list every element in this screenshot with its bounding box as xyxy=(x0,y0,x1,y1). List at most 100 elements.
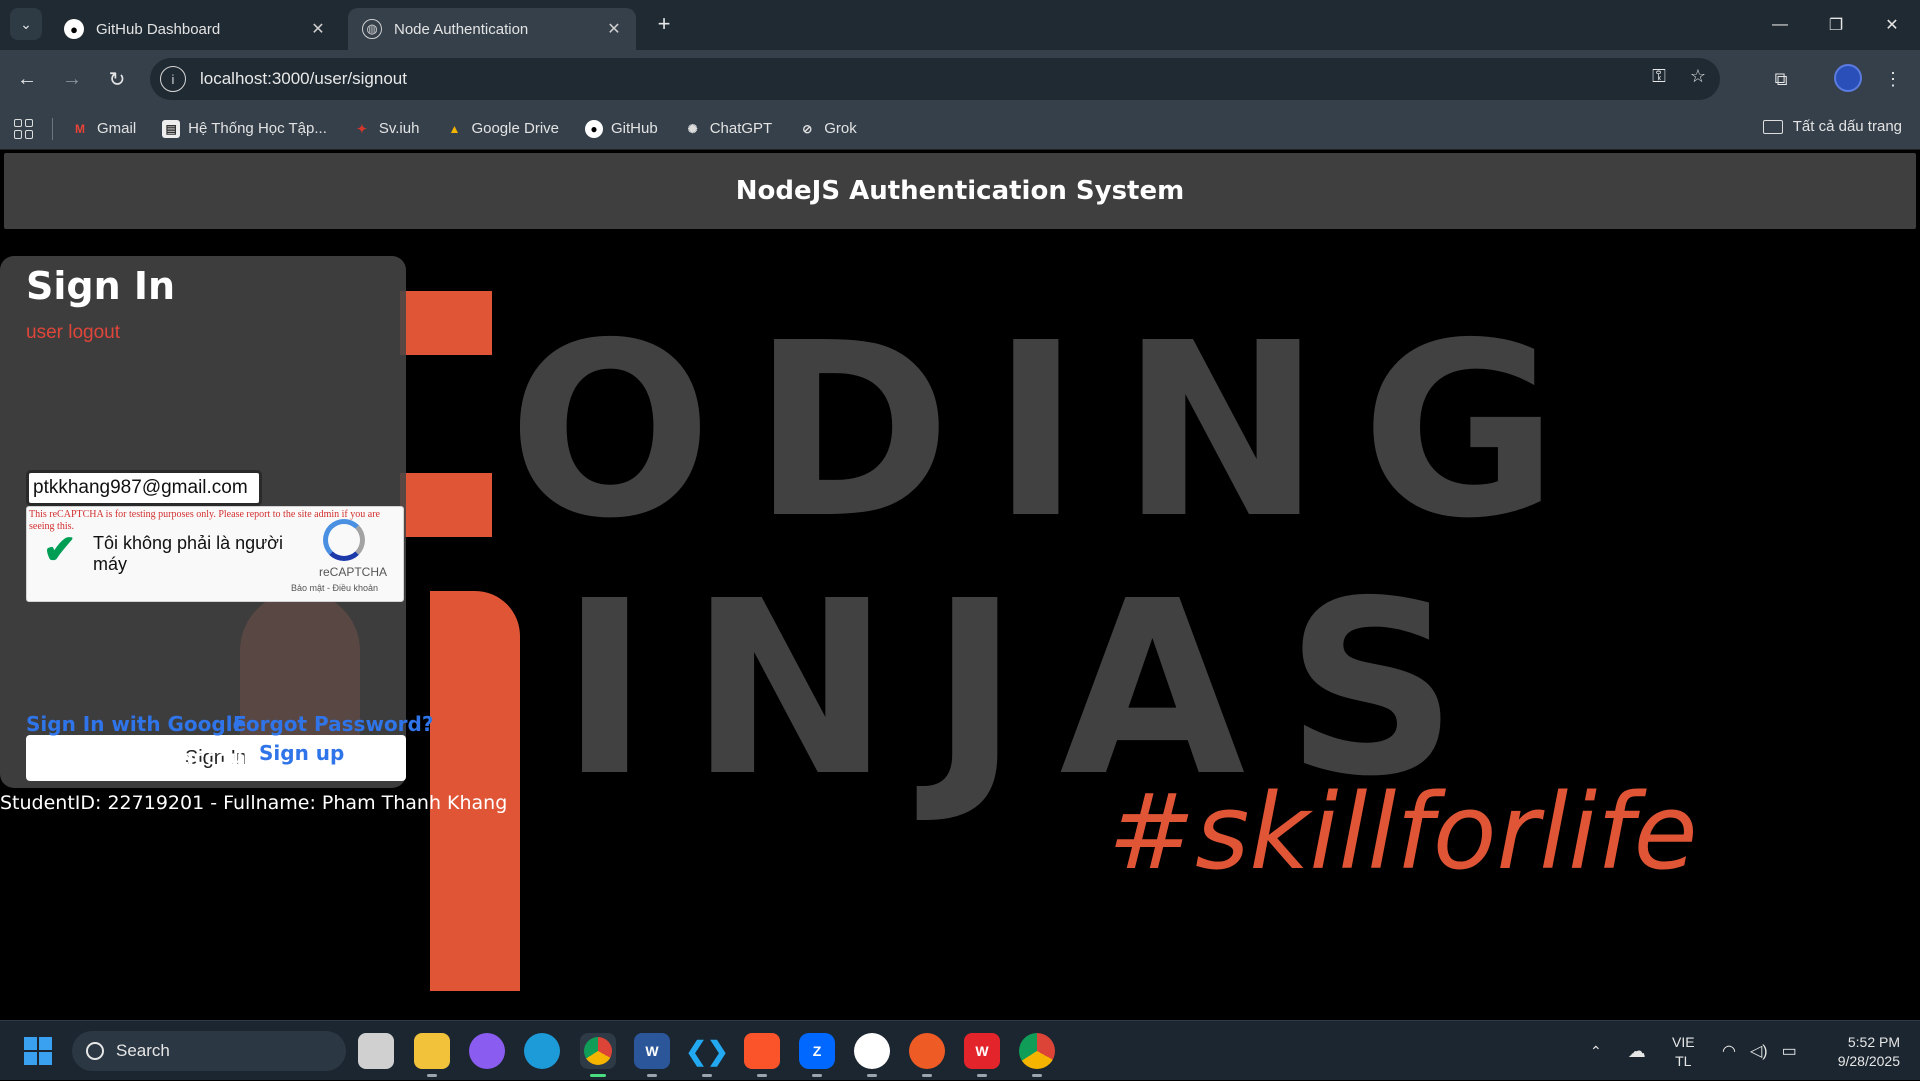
tab-search-button[interactable]: ⌄ xyxy=(10,8,42,40)
star-icon[interactable]: ☆ xyxy=(1690,66,1706,87)
language-code: VIE xyxy=(1672,1034,1695,1050)
task-view-icon[interactable] xyxy=(358,1033,394,1069)
recaptcha-brand: reCAPTCHA xyxy=(319,565,388,579)
arrow-right-icon: → xyxy=(62,67,82,90)
logo-orange-bar-mid xyxy=(400,473,492,537)
puzzle-icon: ⧉ xyxy=(1774,68,1788,89)
edge-icon[interactable] xyxy=(524,1033,560,1069)
bookmarks-separator xyxy=(52,117,53,140)
page-content: NodeJS Authentication System ODING INJAS… xyxy=(0,151,1920,1019)
wifi-icon: ◠ xyxy=(1722,1043,1736,1060)
url-text[interactable]: localhost:3000/user/signout xyxy=(200,69,407,89)
quick-settings[interactable]: ◠ ◁) ▭ xyxy=(1722,1021,1797,1081)
new-tab-button[interactable]: + xyxy=(650,10,678,38)
minimize-button[interactable]: — xyxy=(1752,0,1808,50)
no-account-text: Don't have an account? xyxy=(26,747,277,769)
reload-icon: ↻ xyxy=(108,68,126,91)
site-info-icon[interactable]: i xyxy=(160,66,186,92)
browser-toolbar: ← → ↻ i localhost:3000/user/signout ⚿ ☆ … xyxy=(0,50,1920,108)
tab-github-dashboard[interactable]: ● GitHub Dashboard ✕ xyxy=(50,8,340,50)
copilot-icon[interactable] xyxy=(469,1033,505,1069)
logo-tagline: #skillforlife xyxy=(1108,771,1698,893)
more-vert-icon: ⋮ xyxy=(1884,68,1902,89)
zalo-icon[interactable]: Z xyxy=(799,1033,835,1077)
signup-link[interactable]: Sign up xyxy=(259,741,344,765)
close-window-button[interactable]: ✕ xyxy=(1864,0,1920,50)
tab-title: Node Authentication xyxy=(394,20,529,38)
volume-icon: ◁) xyxy=(1749,1043,1768,1060)
folder-icon xyxy=(1762,119,1783,134)
file-explorer-icon[interactable] xyxy=(414,1033,450,1077)
gmail-icon: M xyxy=(75,121,85,136)
signin-google-link[interactable]: Sign In with Google xyxy=(26,712,246,736)
chevron-up-icon[interactable]: ⌃ xyxy=(1590,1043,1602,1060)
bookmark-label: Sv.iuh xyxy=(378,120,420,137)
recaptcha-terms[interactable]: Bảo mật - Điều khoản xyxy=(291,583,378,593)
checkmark-icon[interactable]: ✔ xyxy=(43,527,77,573)
forward-button[interactable]: → xyxy=(57,64,87,94)
chevron-down-icon: ⌄ xyxy=(20,15,32,32)
sviuh-icon: ✦ xyxy=(356,121,367,136)
wps-office-icon[interactable]: W xyxy=(964,1033,1000,1077)
github-icon: ● xyxy=(585,119,603,138)
bookmark-label: ChatGPT xyxy=(709,120,773,137)
close-icon[interactable]: ✕ xyxy=(604,19,624,39)
email-field[interactable] xyxy=(26,470,262,506)
all-bookmarks-button[interactable]: Tất cả dấu trang xyxy=(1762,118,1902,135)
plus-icon: + xyxy=(657,11,671,36)
bookmark-gmail[interactable]: M Gmail xyxy=(71,120,136,138)
profile-avatar[interactable] xyxy=(1834,64,1862,92)
chrome-taskbar-button[interactable] xyxy=(580,1033,616,1077)
github-icon: ● xyxy=(64,19,84,39)
grok-icon: ⊘ xyxy=(802,121,813,136)
clock-time: 5:52 PM xyxy=(1847,1034,1900,1050)
vscode-icon[interactable]: ❮❯ xyxy=(685,1033,729,1077)
bookmarks-bar: M Gmail ▤ Hệ Thống Học Tập... ✦ Sv.iuh ▲… xyxy=(0,108,1920,150)
lms-icon: ▤ xyxy=(162,119,181,138)
extensions-button[interactable]: ⧉ xyxy=(1766,64,1796,94)
onedrive-icon[interactable]: ☁ xyxy=(1628,1041,1646,1062)
windows-start-icon[interactable] xyxy=(24,1037,52,1065)
chrome-profile-icon[interactable] xyxy=(1019,1033,1055,1077)
bookmark-github[interactable]: ● GitHub xyxy=(585,119,658,138)
word-icon[interactable]: W xyxy=(634,1033,670,1077)
taskbar-search[interactable]: Search xyxy=(72,1031,346,1071)
bookmark-chatgpt[interactable]: ✺ ChatGPT xyxy=(684,120,773,138)
recaptcha-label: Tôi không phải là người máy xyxy=(93,533,283,574)
globe-icon: ◍ xyxy=(362,19,382,39)
language-indicator[interactable]: VIE TL xyxy=(1672,1033,1695,1071)
key-icon[interactable]: ⚿ xyxy=(1652,66,1666,87)
bookmark-lms[interactable]: ▤ Hệ Thống Học Tập... xyxy=(162,119,327,138)
back-button[interactable]: ← xyxy=(12,64,42,94)
bookmark-label: Gmail xyxy=(97,120,137,137)
bookmark-google-drive[interactable]: ▲ Google Drive xyxy=(445,120,560,138)
postman-icon[interactable] xyxy=(909,1033,945,1077)
page-title: NodeJS Authentication System xyxy=(735,176,1185,206)
reload-button[interactable]: ↻ xyxy=(102,64,132,94)
tab-title: GitHub Dashboard xyxy=(96,20,221,38)
address-bar[interactable]: i localhost:3000/user/signout ⚿ ☆ xyxy=(150,58,1720,100)
tab-node-authentication[interactable]: ◍ Node Authentication ✕ xyxy=(348,8,636,50)
bookmark-label: Hệ Thống Học Tập... xyxy=(188,120,327,137)
window-controls: — ❐ ✕ xyxy=(1752,0,1920,50)
arrow-left-icon: ← xyxy=(17,67,37,90)
close-icon: ✕ xyxy=(1885,17,1899,34)
bookmark-grok[interactable]: ⊘ Grok xyxy=(798,120,857,138)
restore-button[interactable]: ❐ xyxy=(1808,0,1864,50)
forgot-password-link[interactable]: Forgot Password? xyxy=(233,712,433,736)
close-icon[interactable]: ✕ xyxy=(308,19,328,39)
brave-icon[interactable] xyxy=(744,1033,780,1077)
battery-icon: ▭ xyxy=(1781,1043,1797,1060)
clock[interactable]: 5:52 PM 9/28/2025 xyxy=(1820,1033,1900,1071)
mongodb-icon[interactable] xyxy=(854,1033,890,1077)
bookmark-sviuh[interactable]: ✦ Sv.iuh xyxy=(353,120,420,138)
student-info: StudentID: 22719201 - Fullname: Pham Tha… xyxy=(0,792,508,814)
bookmark-label: Google Drive xyxy=(471,120,559,137)
system-tray: ⌃ ☁ xyxy=(1590,1021,1646,1081)
apps-grid-icon[interactable] xyxy=(14,118,34,139)
menu-button[interactable]: ⋮ xyxy=(1878,64,1908,94)
signin-card: Sign In user logout This reCAPTCHA is fo… xyxy=(0,256,406,788)
restore-icon: ❐ xyxy=(1828,17,1844,34)
search-icon xyxy=(86,1042,104,1060)
bookmark-label: GitHub xyxy=(611,120,658,137)
